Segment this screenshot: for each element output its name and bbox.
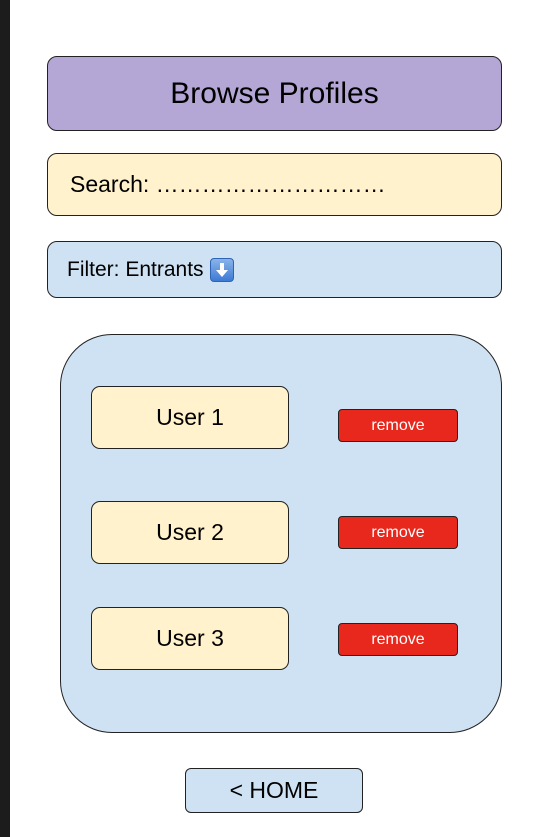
search-field[interactable]: Search: ………………………… xyxy=(47,153,502,216)
remove-user-3-button[interactable]: remove xyxy=(338,623,458,656)
page: Browse Profiles Search: ………………………… Filte… xyxy=(10,0,535,837)
page-title: Browse Profiles xyxy=(47,56,502,131)
arrow-down-icon[interactable] xyxy=(209,257,234,282)
user-name: User 1 xyxy=(156,404,224,430)
remove-user-1-button[interactable]: remove xyxy=(338,409,458,442)
user-card-3[interactable]: User 3 xyxy=(91,607,289,670)
filter-dropdown[interactable]: Filter: Entrants xyxy=(47,241,502,298)
user-name: User 2 xyxy=(156,519,224,545)
home-button[interactable]: < HOME xyxy=(185,768,363,813)
remove-user-2-button[interactable]: remove xyxy=(338,516,458,549)
search-label: Search: ………………………… xyxy=(70,171,386,197)
user-name: User 3 xyxy=(156,625,224,651)
filter-label: Filter: Entrants xyxy=(67,257,204,281)
user-card-2[interactable]: User 2 xyxy=(91,501,289,564)
user-card-1[interactable]: User 1 xyxy=(91,386,289,449)
